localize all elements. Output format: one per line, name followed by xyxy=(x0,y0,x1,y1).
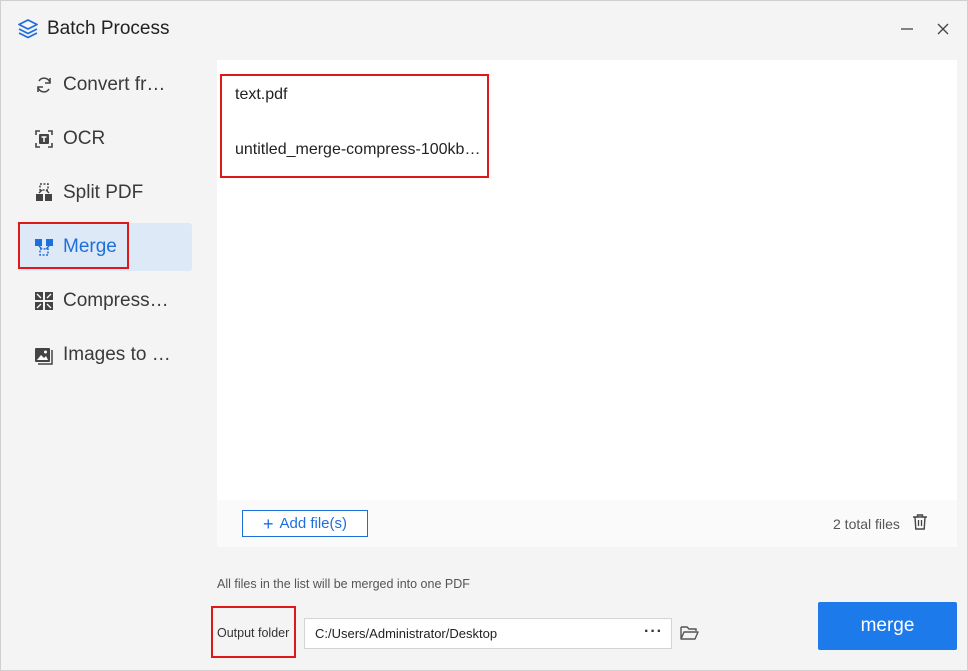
sidebar-item-label: Split PDF xyxy=(63,182,144,203)
merge-button[interactable]: merge xyxy=(818,602,957,650)
window-title: Batch Process xyxy=(47,18,170,39)
file-list-item[interactable]: text.pdf xyxy=(235,86,485,104)
image-icon xyxy=(35,348,53,365)
sidebar-item-split-pdf[interactable]: Split PDF xyxy=(18,169,192,217)
sidebar-item-label: Images to … xyxy=(63,344,171,365)
compress-icon xyxy=(35,292,53,310)
sidebar-item-label: Compress… xyxy=(63,290,169,311)
plus-icon: + xyxy=(262,513,274,534)
sidebar-item-merge[interactable]: Merge xyxy=(18,223,192,271)
merge-icon xyxy=(35,239,53,256)
output-path-input[interactable] xyxy=(315,626,635,641)
output-folder-label: Output folder xyxy=(217,626,290,640)
sidebar-item-ocr[interactable]: OCR xyxy=(18,115,192,163)
sidebar-item-convert[interactable]: Convert fr… xyxy=(18,61,192,109)
minimize-icon xyxy=(901,28,913,30)
batch-process-window: Batch Process Convert fr… OCR Split PDF … xyxy=(0,0,968,671)
folder-open-icon[interactable] xyxy=(680,624,699,641)
ocr-text-icon xyxy=(35,130,53,148)
merge-hint-text: All files in the list will be merged int… xyxy=(217,577,470,591)
close-icon xyxy=(937,23,949,35)
sidebar-item-compress[interactable]: Compress… xyxy=(18,277,192,325)
sidebar-item-label: OCR xyxy=(63,128,106,149)
file-list: text.pdf untitled_merge-compress-100kb… xyxy=(217,60,957,500)
total-files-count: 2 total files xyxy=(833,516,900,532)
close-button[interactable] xyxy=(931,17,955,41)
file-list-footer: + Add file(s) 2 total files xyxy=(217,500,957,547)
sidebar-item-images-to[interactable]: Images to … xyxy=(18,331,192,379)
file-list-panel: text.pdf untitled_merge-compress-100kb… … xyxy=(217,60,957,547)
output-folder-field[interactable]: ··· xyxy=(304,618,672,649)
add-files-label: Add file(s) xyxy=(279,515,348,532)
stack-layers-icon xyxy=(18,19,38,39)
minimize-button[interactable] xyxy=(895,17,919,41)
file-list-item[interactable]: untitled_merge-compress-100kb… xyxy=(235,141,485,159)
sidebar: Convert fr… OCR Split PDF Merge Compress… xyxy=(1,57,201,397)
trash-icon[interactable] xyxy=(911,513,929,531)
split-icon xyxy=(36,183,52,201)
browse-more-button[interactable]: ··· xyxy=(644,623,663,641)
convert-arrows-icon xyxy=(37,77,51,93)
sidebar-item-label: Merge xyxy=(63,236,117,257)
add-files-button[interactable]: + Add file(s) xyxy=(242,510,368,537)
title-bar: Batch Process xyxy=(1,1,967,57)
sidebar-item-label: Convert fr… xyxy=(63,74,166,95)
